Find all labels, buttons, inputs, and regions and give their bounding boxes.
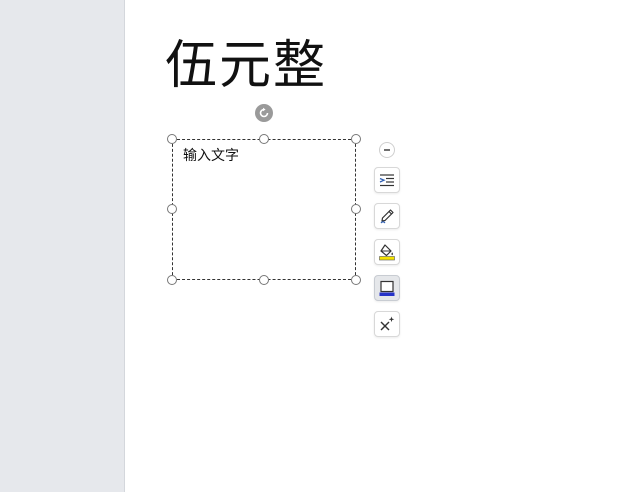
resize-handle-right[interactable]	[351, 204, 361, 214]
page-edge	[124, 0, 125, 492]
magic-wand-icon	[380, 316, 395, 331]
rotate-handle[interactable]	[255, 104, 273, 122]
text-box-content[interactable]: 输入文字	[183, 147, 239, 165]
resize-handle-left[interactable]	[167, 204, 177, 214]
resize-handle-bottom-left[interactable]	[167, 275, 177, 285]
resize-handle-top-right[interactable]	[351, 134, 361, 144]
resize-handle-top[interactable]	[259, 134, 269, 144]
text-wrap-icon	[379, 174, 394, 187]
effects-button[interactable]	[374, 311, 400, 337]
fill-button[interactable]	[374, 239, 400, 265]
text-box[interactable]: 输入文字	[172, 139, 356, 280]
document-title[interactable]: 伍元整	[165, 36, 327, 96]
page-left-margin	[0, 0, 124, 492]
text-wrap-button[interactable]	[374, 167, 400, 193]
paint-bucket-icon	[379, 244, 395, 261]
shape-style-icon	[379, 280, 395, 296]
toolbar-collapse-button[interactable]	[379, 142, 395, 158]
rotate-icon	[259, 107, 269, 118]
shape-style-button[interactable]	[374, 275, 400, 301]
pen-icon	[380, 209, 394, 224]
resize-handle-top-left[interactable]	[167, 134, 177, 144]
resize-handle-bottom-right[interactable]	[351, 275, 361, 285]
minus-icon	[384, 149, 390, 151]
outline-button[interactable]	[374, 203, 400, 229]
resize-handle-bottom[interactable]	[259, 275, 269, 285]
